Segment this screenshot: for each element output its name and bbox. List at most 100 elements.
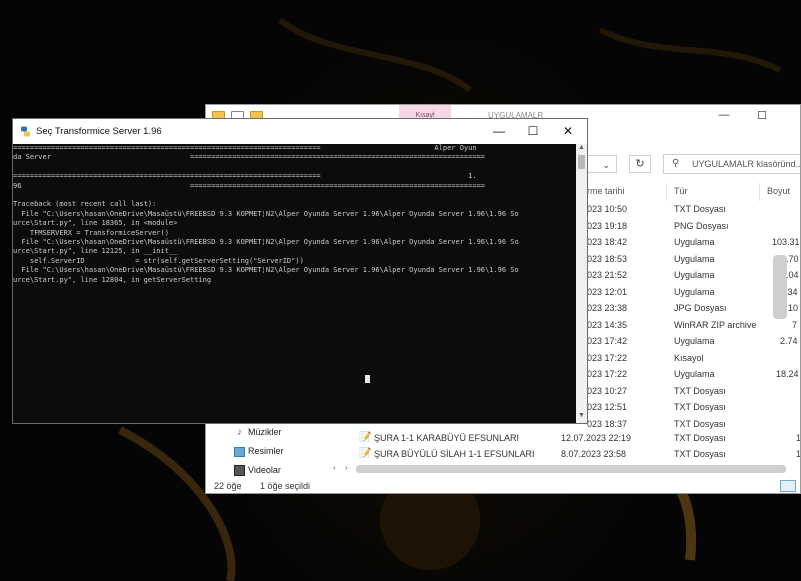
file-type: TXT Dosyası <box>674 204 726 214</box>
horizontal-scrollbar[interactable] <box>356 465 786 473</box>
python-icon <box>21 126 30 137</box>
file-date: 023 12:01 <box>587 286 628 297</box>
videos-icon <box>234 465 245 476</box>
minimize-icon: — <box>493 124 505 138</box>
file-type: TXT Dosyası <box>674 449 726 459</box>
file-date: 023 10:50 <box>587 204 628 214</box>
file-type: Uygulama <box>674 286 715 297</box>
console-line: self.ServerID = str(self.getServerSettin… <box>13 256 304 265</box>
console-line: File "C:\Users\hasan\OneDrive\Masaüstü\F… <box>13 238 519 246</box>
file-name: ŞURA BÜYÜLÜ SİLAH 1-1 EFSUNLARI <box>374 449 535 459</box>
refresh-button[interactable]: ↻ <box>629 155 651 173</box>
maximize-icon[interactable]: ☐ <box>752 109 772 122</box>
column-header-type[interactable]: Tür <box>674 186 688 196</box>
scroll-down-icon[interactable]: ▼ <box>576 412 587 422</box>
file-row[interactable]: 📝 ŞURA BÜYÜLÜ SİLAH 1-1 EFSUNLARI 8.07.2… <box>206 447 800 463</box>
scrollbar-thumb[interactable] <box>578 155 585 169</box>
close-icon: ✕ <box>562 124 574 138</box>
search-placeholder: UYGULAMALR klasöründ... <box>692 159 801 169</box>
file-date: 023 17:22 <box>587 352 628 363</box>
file-date: 023 21:52 <box>587 270 628 280</box>
nav-label: Müzikler <box>248 427 282 437</box>
nav-label: Resimler <box>248 446 284 456</box>
file-type: Uygulama <box>674 369 715 379</box>
status-bar: 22 öğe 1 öğe seçildi <box>206 477 800 493</box>
file-date: 023 17:42 <box>587 336 628 346</box>
file-date: 023 18:42 <box>587 237 628 247</box>
selection-count: 1 öğe seçildi <box>260 481 311 491</box>
file-type: Uygulama <box>674 253 715 264</box>
file-type: WinRAR ZIP archive <box>674 319 757 330</box>
console-line: File "C:\Users\hasan\OneDrive\Masaüstü\F… <box>13 266 519 275</box>
file-date: 12.07.2023 22:19 <box>561 433 632 443</box>
item-count: 22 öğe <box>214 481 242 491</box>
file-date: 023 19:18 <box>587 220 628 231</box>
file-date: 023 18:37 <box>587 418 628 429</box>
column-header-date[interactable]: rme tarihi <box>587 186 625 196</box>
refresh-icon: ↻ <box>635 158 645 170</box>
close-button[interactable]: ✕ <box>551 121 585 141</box>
details-view-button[interactable] <box>780 480 796 492</box>
console-line: 96 =====================================… <box>13 181 486 190</box>
console-line: urce\Start.py", line 18365, in <module> <box>13 219 178 228</box>
scroll-up-icon[interactable]: ▲ <box>576 144 587 154</box>
text-file-icon: 📝 <box>359 448 372 459</box>
file-type: TXT Dosyası <box>674 402 726 412</box>
console-line: ========================================… <box>13 172 477 181</box>
console-titlebar: Seç Transformice Server 1.96 — ☐ ✕ <box>13 119 587 144</box>
file-row[interactable]: 📝 ŞURA 1-1 KARABÜYÜ EFSUNLARI 12.07.2023… <box>206 431 800 447</box>
minimize-icon[interactable]: — <box>714 109 734 121</box>
column-header-size[interactable]: Boyut <box>767 186 790 196</box>
console-window: Seç Transformice Server 1.96 — ☐ ✕ =====… <box>12 118 588 424</box>
file-type: PNG Dosyası <box>674 220 729 231</box>
maximize-icon: ☐ <box>527 124 539 138</box>
file-name: ŞURA 1-1 KARABÜYÜ EFSUNLARI <box>374 433 520 443</box>
file-size: 1 <box>796 449 801 459</box>
file-date: 023 17:22 <box>587 369 628 379</box>
file-type: TXT Dosyası <box>674 385 726 396</box>
column-divider[interactable] <box>759 183 760 201</box>
pictures-icon <box>234 447 245 457</box>
chevron-down-icon: ⌄ <box>602 160 610 170</box>
file-date: 023 10:27 <box>587 385 628 396</box>
file-size: 1 <box>796 433 801 443</box>
file-size: 7 <box>792 319 798 330</box>
file-type: Uygulama <box>674 237 715 247</box>
file-type: TXT Dosyası <box>674 433 726 443</box>
file-size: 18.24 <box>776 369 799 379</box>
maximize-button[interactable]: ☐ <box>516 121 550 141</box>
file-date: 023 12:51 <box>587 402 628 412</box>
vertical-scrollbar[interactable] <box>773 255 787 319</box>
file-size: 10 <box>788 303 799 313</box>
music-note-icon: ♪ <box>237 427 242 438</box>
console-line: urce\Start.py", line 12125, in __init__ <box>13 247 178 256</box>
scroll-left-icon[interactable]: ‹ <box>333 463 336 472</box>
file-size: 103.31 <box>772 237 800 247</box>
minimize-button[interactable]: — <box>482 121 516 141</box>
console-output[interactable]: ========================================… <box>13 144 574 423</box>
file-date: 023 23:38 <box>587 303 628 313</box>
file-type: Kısayol <box>674 352 704 363</box>
console-scrollbar[interactable]: ▲ ▼ <box>576 144 587 423</box>
console-line: Traceback (most recent call last): <box>13 200 157 209</box>
scroll-right-icon[interactable]: › <box>345 463 348 472</box>
file-size: 2.74 <box>780 336 798 346</box>
column-divider[interactable] <box>666 183 667 201</box>
text-cursor <box>365 375 370 383</box>
console-line: da Server ==============================… <box>13 153 486 162</box>
nav-label: Videolar <box>248 465 281 475</box>
console-line: urce\Start.py", line 12804, in getServer… <box>13 275 212 284</box>
file-date: 023 18:53 <box>587 253 628 264</box>
console-line: ========================================… <box>13 144 477 152</box>
file-type: Uygulama <box>674 336 715 346</box>
file-date: 023 14:35 <box>587 319 628 330</box>
text-file-icon: 📝 <box>359 432 372 443</box>
file-date: 8.07.2023 23:58 <box>561 449 627 459</box>
file-type: Uygulama <box>674 270 715 280</box>
file-type: TXT Dosyası <box>674 418 726 429</box>
search-input[interactable]: ⚲ UYGULAMALR klasöründ... <box>663 154 801 174</box>
console-title: Seç Transformice Server 1.96 <box>36 126 162 137</box>
console-line: File "C:\Users\hasan\OneDrive\Masaüstü\F… <box>13 209 519 218</box>
console-line: TFMSERVERX = TransformiceServer() <box>13 228 169 237</box>
search-icon: ⚲ <box>672 158 680 169</box>
